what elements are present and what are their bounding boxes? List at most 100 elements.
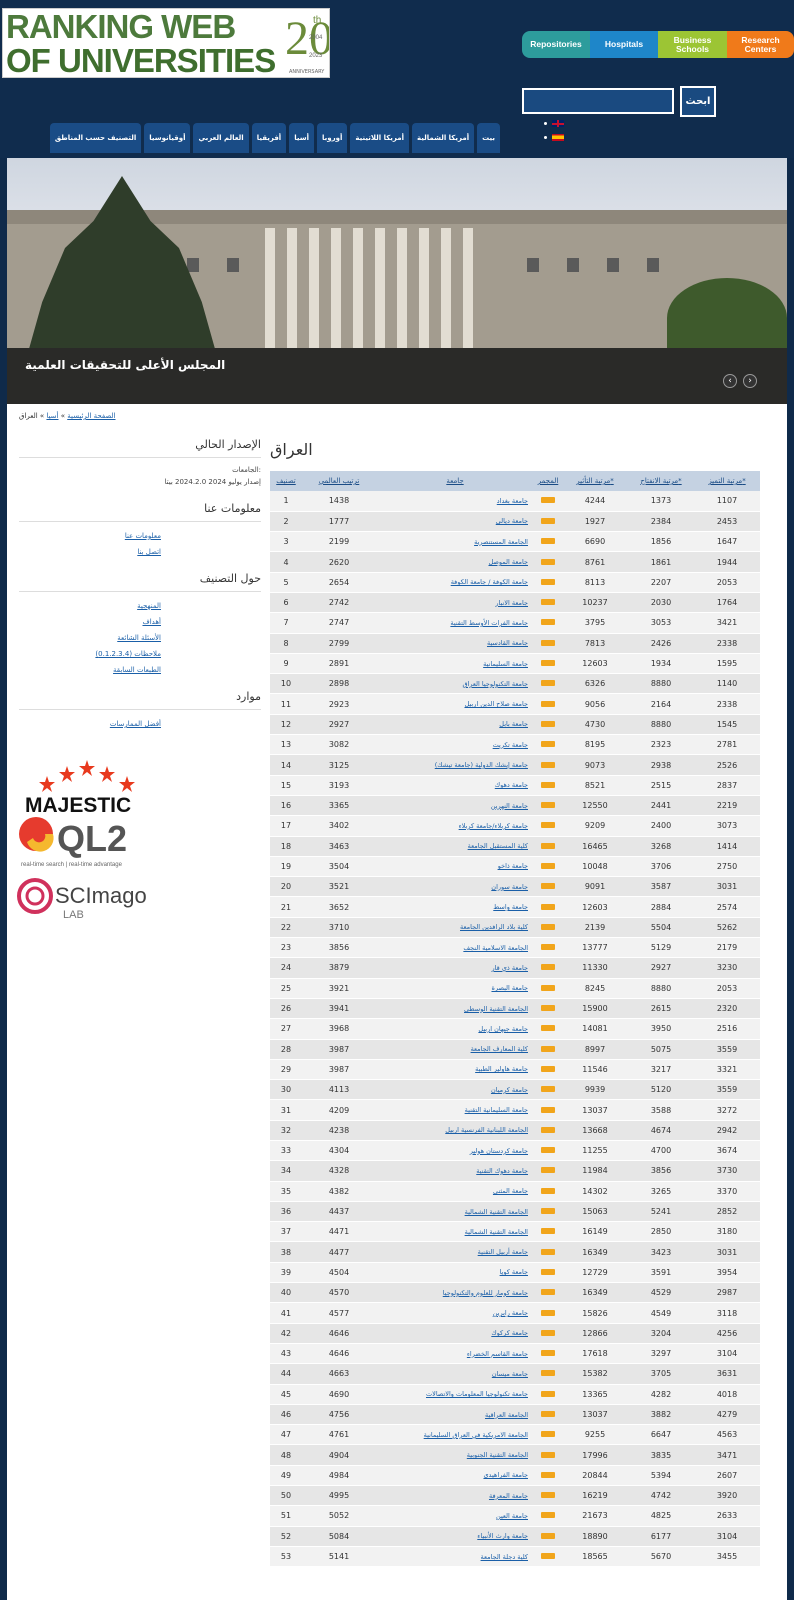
details-icon[interactable] [541, 720, 555, 727]
details-icon[interactable] [541, 883, 555, 890]
university-link[interactable]: الجامعة المستنصرية [376, 531, 534, 553]
details-icon[interactable] [541, 1045, 555, 1052]
details-badge[interactable] [534, 1526, 562, 1547]
details-icon[interactable] [541, 1065, 555, 1072]
details-badge[interactable] [534, 714, 562, 736]
details-icon[interactable] [541, 1431, 555, 1438]
university-link[interactable]: جامعة ديالى [376, 511, 534, 533]
majestic-logo[interactable]: MAJESTIC [25, 760, 135, 817]
details-icon[interactable] [541, 558, 555, 565]
university-link[interactable]: الجامعة التقنية الوسطى [376, 998, 534, 1020]
col-header-rank[interactable]: تصنيف [270, 471, 302, 491]
university-link[interactable]: جامعة السليمانية [376, 653, 534, 675]
best-practices-link[interactable]: أفضل الممارسات [19, 716, 261, 732]
nav-home[interactable]: بيت [477, 123, 500, 153]
university-link[interactable]: الجامعة الامريكية في العراق السليمانية [376, 1424, 534, 1446]
details-icon[interactable] [541, 1309, 555, 1316]
details-badge[interactable] [534, 1505, 562, 1527]
spanish-flag-icon[interactable] [552, 134, 564, 141]
university-link[interactable]: جامعة جيهان اربيل [376, 1018, 534, 1040]
details-badge[interactable] [534, 511, 562, 533]
details-badge[interactable] [534, 1140, 562, 1162]
details-badge[interactable] [534, 754, 562, 776]
university-link[interactable]: جامعة بابل [376, 714, 534, 736]
details-badge[interactable] [534, 673, 562, 695]
details-badge[interactable] [534, 1059, 562, 1081]
details-icon[interactable] [541, 1187, 555, 1194]
details-icon[interactable] [541, 1329, 555, 1336]
details-icon[interactable] [541, 1086, 555, 1093]
university-link[interactable]: جامعة كربلاء/جامعة كربلاء [376, 815, 534, 837]
details-badge[interactable] [534, 957, 562, 979]
details-icon[interactable] [541, 1106, 555, 1113]
details-badge[interactable] [534, 1039, 562, 1060]
university-link[interactable]: جامعة أربيل التقنية [376, 1241, 534, 1263]
details-icon[interactable] [541, 578, 555, 585]
details-icon[interactable] [541, 1411, 555, 1417]
university-link[interactable]: جامعة النهرين [376, 795, 534, 817]
breadcrumb-home[interactable]: الصفحة الرئيسية [67, 412, 115, 420]
details-icon[interactable] [541, 1370, 555, 1377]
details-badge[interactable] [534, 531, 562, 553]
hospitals-button[interactable]: Hospitals [590, 31, 658, 58]
details-icon[interactable] [541, 1451, 555, 1458]
university-link[interactable]: جامعة العين [376, 1505, 534, 1527]
university-link[interactable]: الجامعة العراقية [376, 1404, 534, 1426]
col-header-details[interactable]: المجمر [534, 471, 562, 491]
details-icon[interactable] [541, 599, 555, 606]
details-icon[interactable] [541, 1208, 555, 1215]
details-icon[interactable] [541, 1532, 555, 1539]
details-badge[interactable] [534, 1181, 562, 1202]
details-icon[interactable] [541, 619, 555, 626]
col-header-university[interactable]: جامعة [376, 471, 534, 491]
university-link[interactable]: جامعة ذاخو [376, 856, 534, 878]
details-icon[interactable] [541, 1390, 555, 1397]
details-badge[interactable] [534, 1363, 562, 1385]
slide-next-icon[interactable]: › [743, 374, 757, 388]
objectives-link[interactable]: أهداف [19, 614, 261, 630]
university-link[interactable]: جامعة الانبار [376, 592, 534, 614]
col-header-impact[interactable]: مرتبة التأثير* [562, 471, 628, 491]
details-icon[interactable] [541, 1167, 555, 1174]
university-link[interactable]: الجامعة التقنية الجنوبية [376, 1444, 534, 1466]
university-link[interactable]: الجامعة التقنية الشمالية [376, 1201, 534, 1223]
details-icon[interactable] [541, 923, 555, 930]
university-link[interactable]: جامعة تكنولوجيا المعلومات والاتصالات [376, 1384, 534, 1405]
details-icon[interactable] [541, 1147, 555, 1154]
details-icon[interactable] [541, 1248, 555, 1255]
nav-ranking-by-region[interactable]: التصنيف حسب المناطق [49, 123, 142, 153]
slide-prev-icon[interactable]: ‹ [723, 374, 737, 388]
details-icon[interactable] [541, 1126, 555, 1133]
details-icon[interactable] [541, 1268, 555, 1275]
details-badge[interactable] [534, 1282, 562, 1304]
university-link[interactable]: جامعة البصرة [376, 978, 534, 999]
details-badge[interactable] [534, 1485, 562, 1507]
details-icon[interactable] [541, 984, 555, 991]
university-link[interactable]: جامعة كومار للعلوم والتكنولوجيا [376, 1282, 534, 1304]
details-badge[interactable] [534, 1465, 562, 1487]
details-icon[interactable] [541, 944, 555, 951]
details-badge[interactable] [534, 1099, 562, 1121]
university-link[interactable]: جامعة واسط [376, 896, 534, 918]
notes-link[interactable]: ملاحظات (0.1.2.3.4) [19, 646, 261, 662]
details-badge[interactable] [534, 815, 562, 837]
university-link[interactable]: جامعة الكوفة / جامعة الكوفة [376, 572, 534, 593]
university-link[interactable]: جامعة دهوك التقنية [376, 1160, 534, 1182]
details-icon[interactable] [541, 700, 555, 707]
details-badge[interactable] [534, 937, 562, 959]
university-link[interactable]: جامعة رابرين [376, 1302, 534, 1324]
university-link[interactable]: جامعة كرميان [376, 1079, 534, 1101]
details-icon[interactable] [541, 1228, 555, 1235]
nav-latin-america[interactable]: أمريكا اللاتينية [350, 123, 410, 153]
research-centers-button[interactable]: Research Centers [727, 31, 794, 58]
details-icon[interactable] [541, 639, 555, 646]
details-badge[interactable] [534, 836, 562, 857]
university-link[interactable]: جامعة دهوك [376, 775, 534, 796]
nav-europe[interactable]: أوروبا [316, 123, 348, 153]
nav-arab-world[interactable]: العالم العربي [193, 123, 249, 153]
nav-africa[interactable]: أفريقيا [251, 123, 287, 153]
university-link[interactable]: كلية بلاد الرافدين الجامعة [376, 917, 534, 939]
details-icon[interactable] [541, 842, 555, 849]
university-link[interactable]: جامعة كردستان هولير [376, 1140, 534, 1162]
details-icon[interactable] [541, 903, 555, 910]
